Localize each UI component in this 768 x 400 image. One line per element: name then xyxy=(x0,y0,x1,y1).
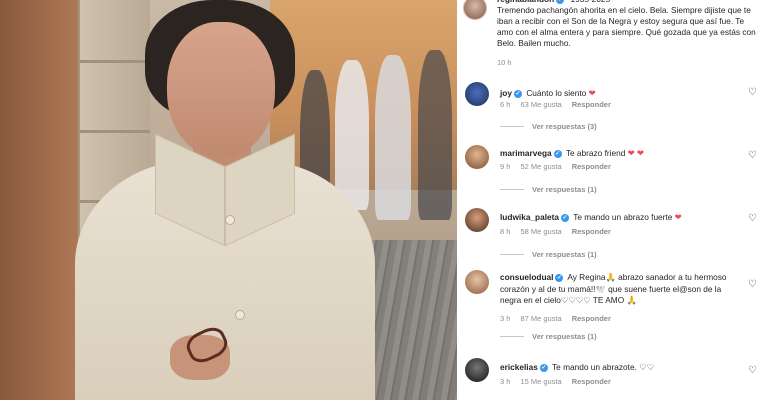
verified-badge-icon: ✓ xyxy=(555,273,564,282)
heart-outline-icon[interactable]: ♡ xyxy=(748,214,757,224)
comment-username[interactable]: joy xyxy=(500,88,512,98)
view-replies-button[interactable]: Ver respuestas (1) xyxy=(500,332,597,341)
comment-meta: 6 h 63 Me gusta Responder xyxy=(500,100,611,109)
comment-time: 3 h xyxy=(500,377,511,386)
verified-badge-icon: ✓ xyxy=(539,363,548,372)
comment-avatar[interactable] xyxy=(465,208,489,232)
caption-avatar[interactable] xyxy=(463,0,487,20)
comment-username[interactable]: erickelias xyxy=(500,362,538,372)
comment-text: erickelias ✓ Te mando un abrazote. ♡♡ xyxy=(500,362,655,372)
comment-likes[interactable]: 63 Me gusta xyxy=(520,100,561,109)
comment-username[interactable]: consuelodual xyxy=(500,272,553,282)
comment-meta: 8 h 58 Me gusta Responder xyxy=(500,227,611,236)
comment-meta: 9 h 52 Me gusta Responder xyxy=(500,162,611,171)
verified-badge-icon: ✓ xyxy=(556,0,565,4)
comment-avatar[interactable] xyxy=(465,358,489,382)
comment-time: 8 h xyxy=(500,227,511,236)
view-replies-button[interactable]: Ver respuestas (1) xyxy=(500,250,597,259)
comment-text: marimarvega ✓ Te abrazo friend ❤ ❤ xyxy=(500,148,644,158)
heart-outline-icon[interactable]: ♡ xyxy=(748,280,757,290)
caption-body: Tremendo pachangón ahorita en el cielo. … xyxy=(497,5,756,48)
heart-emoji-icon: ❤ xyxy=(588,88,596,98)
post-photo[interactable] xyxy=(0,0,457,400)
reply-button[interactable]: Responder xyxy=(572,227,611,236)
heart-outline-icon[interactable]: ♡ xyxy=(748,366,757,376)
comment-time: 3 h xyxy=(500,314,511,323)
reply-button[interactable]: Responder xyxy=(572,100,611,109)
comment-likes[interactable]: 15 Me gusta xyxy=(520,377,561,386)
comment-username[interactable]: ludwika_paleta xyxy=(500,212,559,222)
comments-panel[interactable]: reginablandon✓ 1935-2025 Tremendo pachan… xyxy=(457,0,768,400)
heart-emoji-icon: ❤ xyxy=(674,212,682,222)
verified-badge-icon: ✓ xyxy=(514,89,522,98)
comment-time: 9 h xyxy=(500,162,511,171)
heart-emoji-icon: ❤ ❤ xyxy=(627,148,644,158)
heart-outline-icon[interactable]: ♡ xyxy=(748,88,757,98)
caption-years: 1935-2025 xyxy=(570,0,610,4)
caption-text: reginablandon✓ 1935-2025 Tremendo pachan… xyxy=(497,0,759,49)
reply-button[interactable]: Responder xyxy=(572,377,611,386)
comment-time: 6 h xyxy=(500,100,511,109)
reply-button[interactable]: Responder xyxy=(572,162,611,171)
view-replies-button[interactable]: Ver respuestas (3) xyxy=(500,122,597,131)
view-replies-button[interactable]: Ver respuestas (1) xyxy=(500,185,597,194)
comment-avatar[interactable] xyxy=(465,82,489,106)
comment-likes[interactable]: 87 Me gusta xyxy=(520,314,561,323)
comment-username[interactable]: marimarvega xyxy=(500,148,552,158)
comment-likes[interactable]: 58 Me gusta xyxy=(520,227,561,236)
comment-text: consuelodual ✓ Ay Regina🙏 abrazo sanador … xyxy=(500,272,727,305)
caption-username[interactable]: reginablandon xyxy=(497,0,554,4)
caption-timestamp: 10 h xyxy=(497,58,512,67)
comment-meta: 3 h 15 Me gusta Responder xyxy=(500,377,611,386)
comment-meta: 3 h 87 Me gusta Responder xyxy=(500,314,611,323)
comment-likes[interactable]: 52 Me gusta xyxy=(520,162,561,171)
comment-avatar[interactable] xyxy=(465,270,489,294)
reply-button[interactable]: Responder xyxy=(572,314,611,323)
verified-badge-icon: ✓ xyxy=(561,213,570,222)
photo-subject xyxy=(75,0,385,400)
verified-badge-icon: ✓ xyxy=(553,149,562,158)
comment-text: ludwika_paleta ✓ Te mando un abrazo fuert… xyxy=(500,212,682,222)
comment-avatar[interactable] xyxy=(465,145,489,169)
comment-text: joy ✓ Cuánto lo siento ❤ xyxy=(500,88,596,98)
heart-outline-icon[interactable]: ♡ xyxy=(748,151,757,161)
